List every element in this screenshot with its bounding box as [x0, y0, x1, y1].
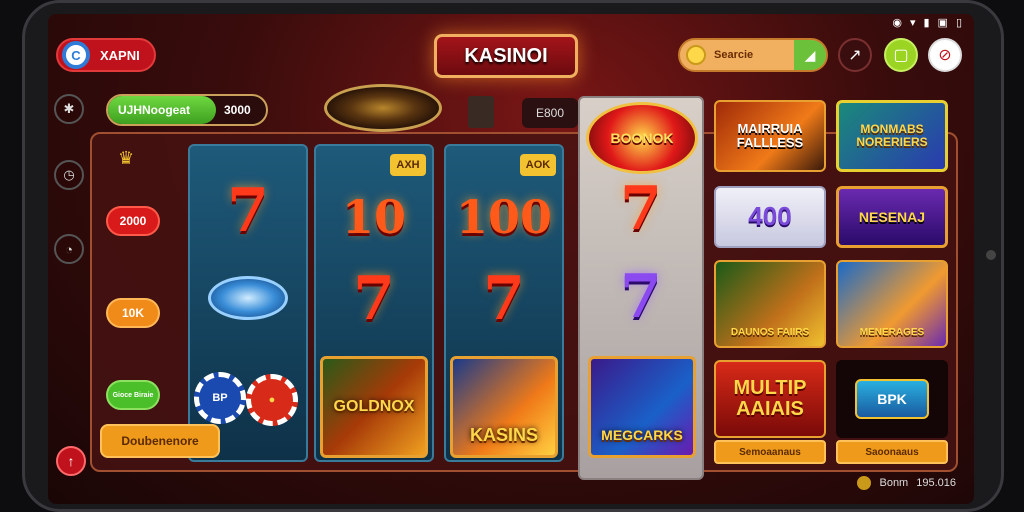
- purple-seven-symbol: 7: [620, 262, 662, 332]
- share-button[interactable]: ↗: [838, 38, 872, 72]
- chat-icon: ▢: [893, 47, 909, 64]
- reel-2[interactable]: AXH 10 7 GOLDNOX: [314, 144, 434, 462]
- info-pill: E800: [522, 98, 578, 128]
- bet-chip-2000[interactable]: 2000: [106, 206, 160, 236]
- page-title: KASINOI: [434, 34, 578, 78]
- up-arrow-icon: ↑: [67, 453, 75, 469]
- mute-button[interactable]: ⊘: [928, 38, 962, 72]
- share-icon: ↗: [848, 47, 862, 64]
- game-tile-goldnox[interactable]: GOLDNOX: [320, 356, 428, 458]
- search-bar[interactable]: Searcie ◢: [678, 38, 828, 72]
- game-card-6[interactable]: MENERAGES: [836, 260, 948, 348]
- search-go-button[interactable]: ◢: [794, 40, 826, 70]
- game-tile-kasins[interactable]: KASINS: [450, 356, 558, 458]
- timer-icon: ◷: [63, 167, 75, 182]
- battery-icon: ▯: [955, 17, 962, 29]
- camera-dot: [986, 250, 996, 260]
- bonus-wheel[interactable]: BOONOK: [586, 102, 698, 174]
- balance-bar[interactable]: UJHNoogeat 3000: [106, 94, 268, 126]
- signal-bars-icon: ▮: [923, 17, 930, 29]
- game-tile-megcarks[interactable]: MEGCARKS: [588, 356, 696, 458]
- rail-settings-button[interactable]: ✱: [54, 94, 84, 124]
- rail-timer-button[interactable]: ◷: [54, 160, 84, 190]
- poker-chip-icon: BP: [194, 372, 246, 424]
- brand-button[interactable]: C XAPNI: [56, 38, 156, 72]
- gear-icon: ✱: [63, 101, 75, 116]
- reel-symbol: 100: [455, 190, 553, 244]
- reel-symbol: 7: [483, 264, 525, 334]
- reel-3[interactable]: AOK 100 7 KASINS: [444, 144, 564, 462]
- bet-column: ♛ 2000 10K Gioce Biraie: [100, 144, 174, 466]
- game-card-1[interactable]: MAIRRUIA FALLLESS: [714, 100, 826, 172]
- cup-image: [468, 96, 494, 128]
- history-icon: ◔: [65, 241, 73, 257]
- reel-symbol: 7: [353, 264, 395, 334]
- footer-value: 195.016: [916, 477, 956, 489]
- coin-icon: [857, 476, 872, 490]
- game-card-5[interactable]: DAUNOS FAIIRS: [714, 260, 826, 348]
- game-card-8[interactable]: BPK: [836, 360, 948, 438]
- reel-badge: AXH: [390, 154, 426, 176]
- status-bar: ◉ ▾ ▮ ▣ ▯: [892, 16, 962, 29]
- game-card-4[interactable]: NESENAJ: [836, 186, 948, 248]
- top-bar: C XAPNI KASINOI Searcie ◢ ↗ ▢ ⊘: [48, 32, 974, 84]
- double-button[interactable]: Doubenenore: [100, 424, 220, 458]
- bonus-symbol: 7: [620, 174, 662, 244]
- mute-icon: ⊘: [938, 47, 952, 64]
- reel-1[interactable]: 7 BP ●: [188, 144, 308, 462]
- chat-button[interactable]: ▢: [884, 38, 918, 72]
- blue-coin-icon: [208, 276, 288, 320]
- rail-history-button[interactable]: ◔: [54, 234, 84, 264]
- balance-value: 3000: [224, 103, 251, 117]
- bpk-badge: BPK: [855, 379, 929, 419]
- bet-chip-green[interactable]: Gioce Biraie: [106, 380, 160, 410]
- help-button[interactable]: ↑: [56, 446, 86, 476]
- footer-label: Bonm: [879, 477, 909, 489]
- signal-icon: ▾: [909, 17, 916, 29]
- app-screen: ◉ ▾ ▮ ▣ ▯ C XAPNI KASINOI Searcie ◢ ↗ ▢ …: [48, 14, 974, 504]
- poker-chip-icon: ●: [246, 374, 298, 426]
- reel-symbol: 7: [227, 176, 269, 246]
- footer-bar: Bonm 195.016: [857, 476, 956, 490]
- balance-name: UJHNoogeat: [108, 96, 216, 124]
- game-card-7-footer-button[interactable]: Semoaanaus: [714, 440, 826, 464]
- brand-logo-icon: C: [62, 41, 90, 69]
- game-card-7[interactable]: MULTIP AAIAIS: [714, 360, 826, 438]
- bonus-column[interactable]: BOONOK 7 7 MEGCARKS: [578, 96, 704, 480]
- wifi-icon: ◉: [892, 17, 902, 29]
- game-card-2[interactable]: MONMABS NORERIERS: [836, 100, 948, 172]
- reel-badge: AOK: [520, 154, 556, 176]
- game-card-8-footer-button[interactable]: Saoonaaus: [836, 440, 948, 464]
- game-card-3[interactable]: 400: [714, 186, 826, 248]
- trophy-icon: ♛: [118, 148, 135, 168]
- brand-label: XAPNI: [100, 47, 140, 63]
- sim-icon: ▣: [937, 17, 948, 29]
- reel-symbol: 10: [341, 190, 406, 244]
- bet-chip-10k[interactable]: 10K: [106, 298, 160, 328]
- arrow-icon: ◢: [804, 46, 816, 63]
- coin-icon: [686, 45, 706, 65]
- roulette-wheel-image: [324, 84, 442, 132]
- search-label: Searcie: [714, 49, 754, 61]
